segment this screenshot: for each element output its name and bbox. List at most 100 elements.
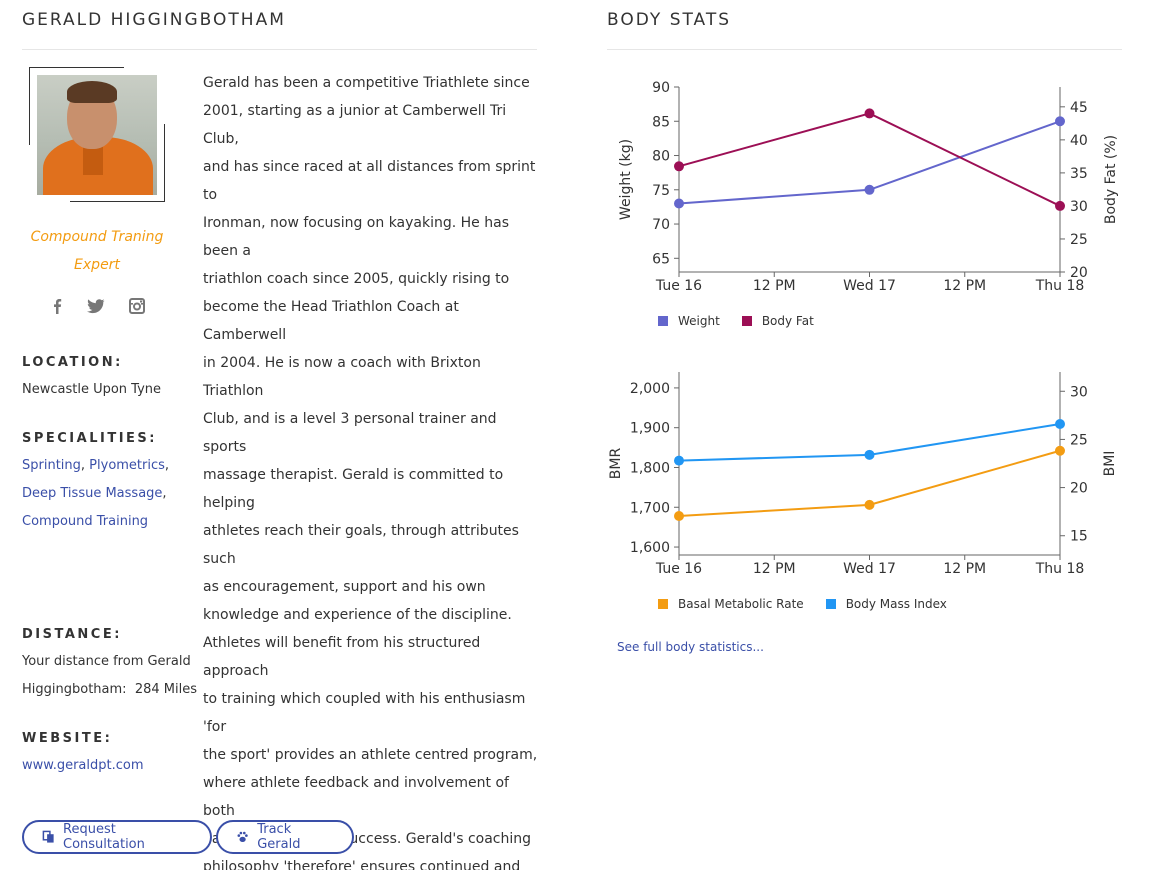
legend-item[interactable]: Weight [658,314,720,328]
legend-swatch [825,599,836,609]
y2-tick-label: 25 [1070,232,1088,248]
legend-item[interactable]: Body Mass Index [825,597,947,611]
speciality-link[interactable]: Sprinting [22,458,81,473]
distance-label: DISTANCE: [22,627,122,642]
divider [607,49,1122,50]
legend-label: Basal Metabolic Rate [678,597,804,611]
y-tick-label: 1,700 [630,500,670,516]
data-point-body-fat[interactable] [1055,200,1065,211]
distance-text-line-1: Your distance from Gerald [22,654,191,669]
y-tick-label: 80 [652,149,670,165]
bio-line: Athletes will benefit from his structure… [203,635,481,679]
y-tick-label: 90 [652,80,670,96]
y2-axis-title: Body Fat (%) [1103,135,1119,224]
legend-label: Weight [678,314,720,328]
y-tick-label: 1,600 [630,540,670,556]
instagram-icon[interactable] [128,297,146,315]
weight-bodyfat-legend: Weight Body Fat [658,314,836,328]
x-tick-label: 12 PM [753,561,796,577]
legend-label: Body Fat [761,314,814,328]
y-tick-label: 1,900 [630,421,670,437]
y-tick-label: 85 [652,114,670,130]
location-value: Newcastle Upon Tyne [22,382,162,397]
distance-text-line-2: Higgingbotham: 284 Miles [22,676,197,704]
data-point-weight[interactable] [674,198,684,209]
request-consultation-button[interactable]: Request Consultation [22,820,212,854]
x-tick-label: Wed 17 [843,561,896,577]
data-point-body-mass-index[interactable] [864,449,875,460]
y2-tick-label: 20 [1070,481,1088,497]
bio-line: become the Head Triathlon Coach at Cambe… [203,299,459,343]
legend-item[interactable]: Body Fat [741,314,814,328]
specialities-line-1: Sprinting, Plyometrics, [22,458,170,473]
legend-label: Body Mass Index [845,597,947,611]
bio-line: in 2004. He is now a coach with Brixton … [203,355,481,399]
data-point-basal-metabolic-rate[interactable] [674,511,684,522]
track-button[interactable]: Track Gerald [216,820,354,854]
bio-line: triathlon coach since 2005, quickly risi… [203,271,510,287]
request-consultation-label: Request Consultation [63,822,145,852]
see-full-stats-link[interactable]: See full body statistics... [617,640,764,654]
twitter-icon[interactable] [87,297,105,315]
bio-line: philosophy 'therefore' ensures continued… [203,859,521,870]
bio-line: and has since raced at all distances fro… [203,159,536,203]
x-tick-label: 12 PM [753,278,796,294]
speciality-link[interactable]: Deep Tissue Massage [22,486,162,501]
profile-name: GERALD HIGGINGBOTHAM [22,10,286,30]
data-point-body-mass-index[interactable] [674,455,684,466]
bio-text: Gerald has been a competitive Triathlete… [203,69,543,870]
bio-line: Gerald has been a competitive Triathlete… [203,75,530,91]
legend-swatch [741,316,752,326]
legend-swatch [658,316,668,326]
legend-item[interactable]: Basal Metabolic Rate [658,597,804,611]
data-point-basal-metabolic-rate[interactable] [1055,445,1065,456]
y-tick-label: 2,000 [630,381,670,397]
y-tick-label: 70 [652,217,670,233]
website-link[interactable]: www.geraldpt.com [22,758,144,773]
x-tick-label: 12 PM [943,278,986,294]
specialities-label: SPECIALITIES: [22,431,157,446]
data-point-weight[interactable] [1055,116,1065,127]
divider [22,49,537,50]
bio-line: massage therapist. Gerald is committed t… [203,467,504,511]
x-tick-label: Tue 16 [655,561,702,577]
distance-value: 284 Miles [134,682,197,697]
bio-line: Ironman, now focusing on kayaking. He ha… [203,215,509,259]
y-axis-title: Weight (kg) [618,139,634,220]
expertise-line-1: Compound Traning [30,229,164,245]
bio-line: where athlete feedback and involvement o… [203,775,509,819]
y-axis-title: BMR [608,448,624,480]
bio-line: the sport' provides an athlete centred p… [203,747,538,763]
x-tick-label: Wed 17 [843,278,896,294]
y2-tick-label: 15 [1070,529,1088,545]
x-tick-label: Thu 18 [1035,561,1085,577]
website-row: www.geraldpt.com [22,752,144,780]
specialities-line-2: Deep Tissue Massage, [22,486,167,501]
y2-tick-label: 35 [1070,166,1088,182]
data-point-body-fat[interactable] [674,161,684,172]
copy-document-icon [42,830,54,843]
y2-tick-label: 30 [1070,199,1088,215]
y2-tick-label: 45 [1070,100,1088,116]
facebook-icon[interactable] [48,297,66,315]
y-tick-label: 65 [652,251,670,267]
speciality-link[interactable]: Compound Training [22,514,148,529]
bio-line: to training which coupled with his enthu… [203,691,526,735]
weight-bodyfat-chart: 657075808590202530354045Tue 16 12 PM Wed 1… [618,80,1119,294]
data-point-body-mass-index[interactable] [1055,419,1065,430]
data-point-body-fat[interactable] [864,108,875,119]
bio-line: Club, and is a level 3 personal trainer … [203,411,497,455]
data-point-weight[interactable] [864,184,875,195]
location-label: LOCATION: [22,355,123,370]
y-tick-label: 75 [652,183,670,199]
bio-line: athletes reach their goals, through attr… [203,523,519,567]
profile-photo-frame [29,67,165,202]
track-label: Track Gerald [257,822,301,852]
x-tick-label: Thu 18 [1035,278,1085,294]
x-tick-label: Tue 16 [655,278,702,294]
data-point-basal-metabolic-rate[interactable] [864,499,875,510]
speciality-link[interactable]: Plyometrics [89,458,165,473]
bio-line: as encouragement, support and his own [203,579,486,595]
paw-icon [237,831,248,842]
bmr-bmi-chart: 1,600 1,700 1,800 1,900 2,000 15 20 25 30 Tue 16 1… [608,372,1118,577]
